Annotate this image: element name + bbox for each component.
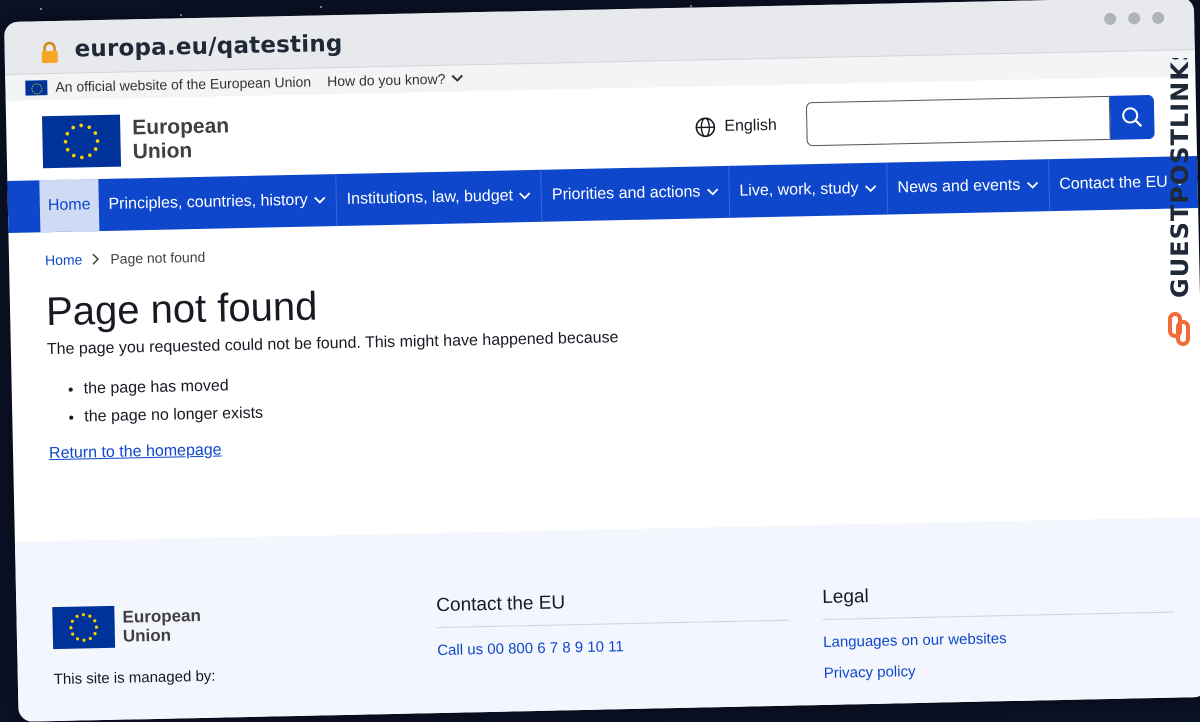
search-form (806, 95, 1155, 146)
how-do-you-know-label: How do you know? (327, 71, 446, 89)
svg-text:GUESTPOSTLINKS: GUESTPOSTLINKS (1166, 58, 1194, 298)
nav-item-live-work-study[interactable]: Live, work, study (729, 163, 888, 218)
footer-link-languages[interactable]: Languages on our websites (823, 627, 1175, 651)
search-button[interactable] (1110, 95, 1155, 140)
link-chain-icon (1170, 314, 1188, 344)
eu-flag-icon (25, 80, 47, 95)
footer-eu-logo[interactable]: European Union (52, 604, 201, 649)
return-homepage-link[interactable]: Return to the homepage (49, 442, 222, 464)
chevron-down-icon (314, 196, 326, 204)
logo-text: European Union (132, 114, 230, 164)
logo-line: European (132, 114, 229, 140)
search-icon (1121, 106, 1143, 128)
browser-window: europa.eu/qatesting An official website … (4, 0, 1200, 722)
footer-legal-column: Legal Languages on our websites Privacy … (822, 580, 1176, 682)
nav-item-label: Contact the EU (1059, 174, 1168, 194)
logo-line: Union (123, 625, 202, 646)
chevron-down-icon (1026, 181, 1038, 189)
nav-item-home[interactable]: Home (39, 179, 99, 232)
language-label: English (724, 117, 777, 136)
breadcrumb-home-link[interactable]: Home (45, 251, 83, 268)
window-dot[interactable] (1152, 12, 1164, 24)
window-dot[interactable] (1104, 13, 1116, 25)
nav-item-label: Institutions, law, budget (346, 187, 513, 208)
language-selector[interactable]: English (694, 115, 777, 139)
chevron-down-icon (451, 74, 463, 82)
guestpostlinks-watermark: GUESTPOSTLINKS (1162, 58, 1196, 358)
globe-icon (694, 116, 716, 138)
logo-line: European (122, 606, 201, 627)
footer-managed-by: This site is managed by: (54, 668, 216, 688)
how-do-you-know-toggle[interactable]: How do you know? (327, 70, 464, 89)
chevron-down-icon (706, 188, 718, 196)
window-dot[interactable] (1128, 12, 1140, 24)
nav-item-institutions[interactable]: Institutions, law, budget (336, 170, 542, 226)
breadcrumb-current: Page not found (110, 249, 205, 267)
logo-line: Union (133, 138, 230, 164)
reason-list: the page has moved the page no longer ex… (66, 357, 1200, 427)
footer-contact-column: Contact the EU Call us 00 800 6 7 8 9 10… (436, 588, 789, 659)
footer-column-title: Legal (822, 580, 1175, 620)
nav-item-news-events[interactable]: News and events (887, 159, 1050, 214)
eu-flag-icon (52, 606, 115, 649)
nav-item-label: Live, work, study (739, 180, 859, 200)
chevron-down-icon (864, 185, 876, 193)
official-site-text: An official website of the European Unio… (55, 74, 311, 95)
nav-item-priorities[interactable]: Priorities and actions (541, 166, 730, 222)
search-input[interactable] (806, 96, 1111, 146)
nav-item-principles[interactable]: Principles, countries, history (98, 174, 337, 231)
eu-flag-icon (42, 115, 121, 169)
nav-item-label: Home (48, 196, 91, 215)
nav-item-label: News and events (897, 177, 1020, 198)
lock-icon (38, 41, 60, 63)
footer-logo-text: European Union (122, 606, 201, 646)
nav-item-label: Priorities and actions (552, 183, 701, 204)
window-controls (1104, 12, 1164, 25)
site-footer: European Union This site is managed by: … (15, 517, 1200, 722)
nav-item-label: Principles, countries, history (108, 192, 308, 214)
chevron-down-icon (519, 192, 531, 200)
main-content: Page not found The page you requested co… (10, 266, 1200, 464)
eu-logo[interactable]: European Union (42, 112, 230, 168)
chevron-right-icon (92, 253, 100, 265)
address-bar-url[interactable]: europa.eu/qatesting (74, 31, 342, 63)
footer-column-title: Contact the EU (436, 588, 789, 628)
footer-link-call[interactable]: Call us 00 800 6 7 8 9 10 11 (437, 635, 789, 659)
